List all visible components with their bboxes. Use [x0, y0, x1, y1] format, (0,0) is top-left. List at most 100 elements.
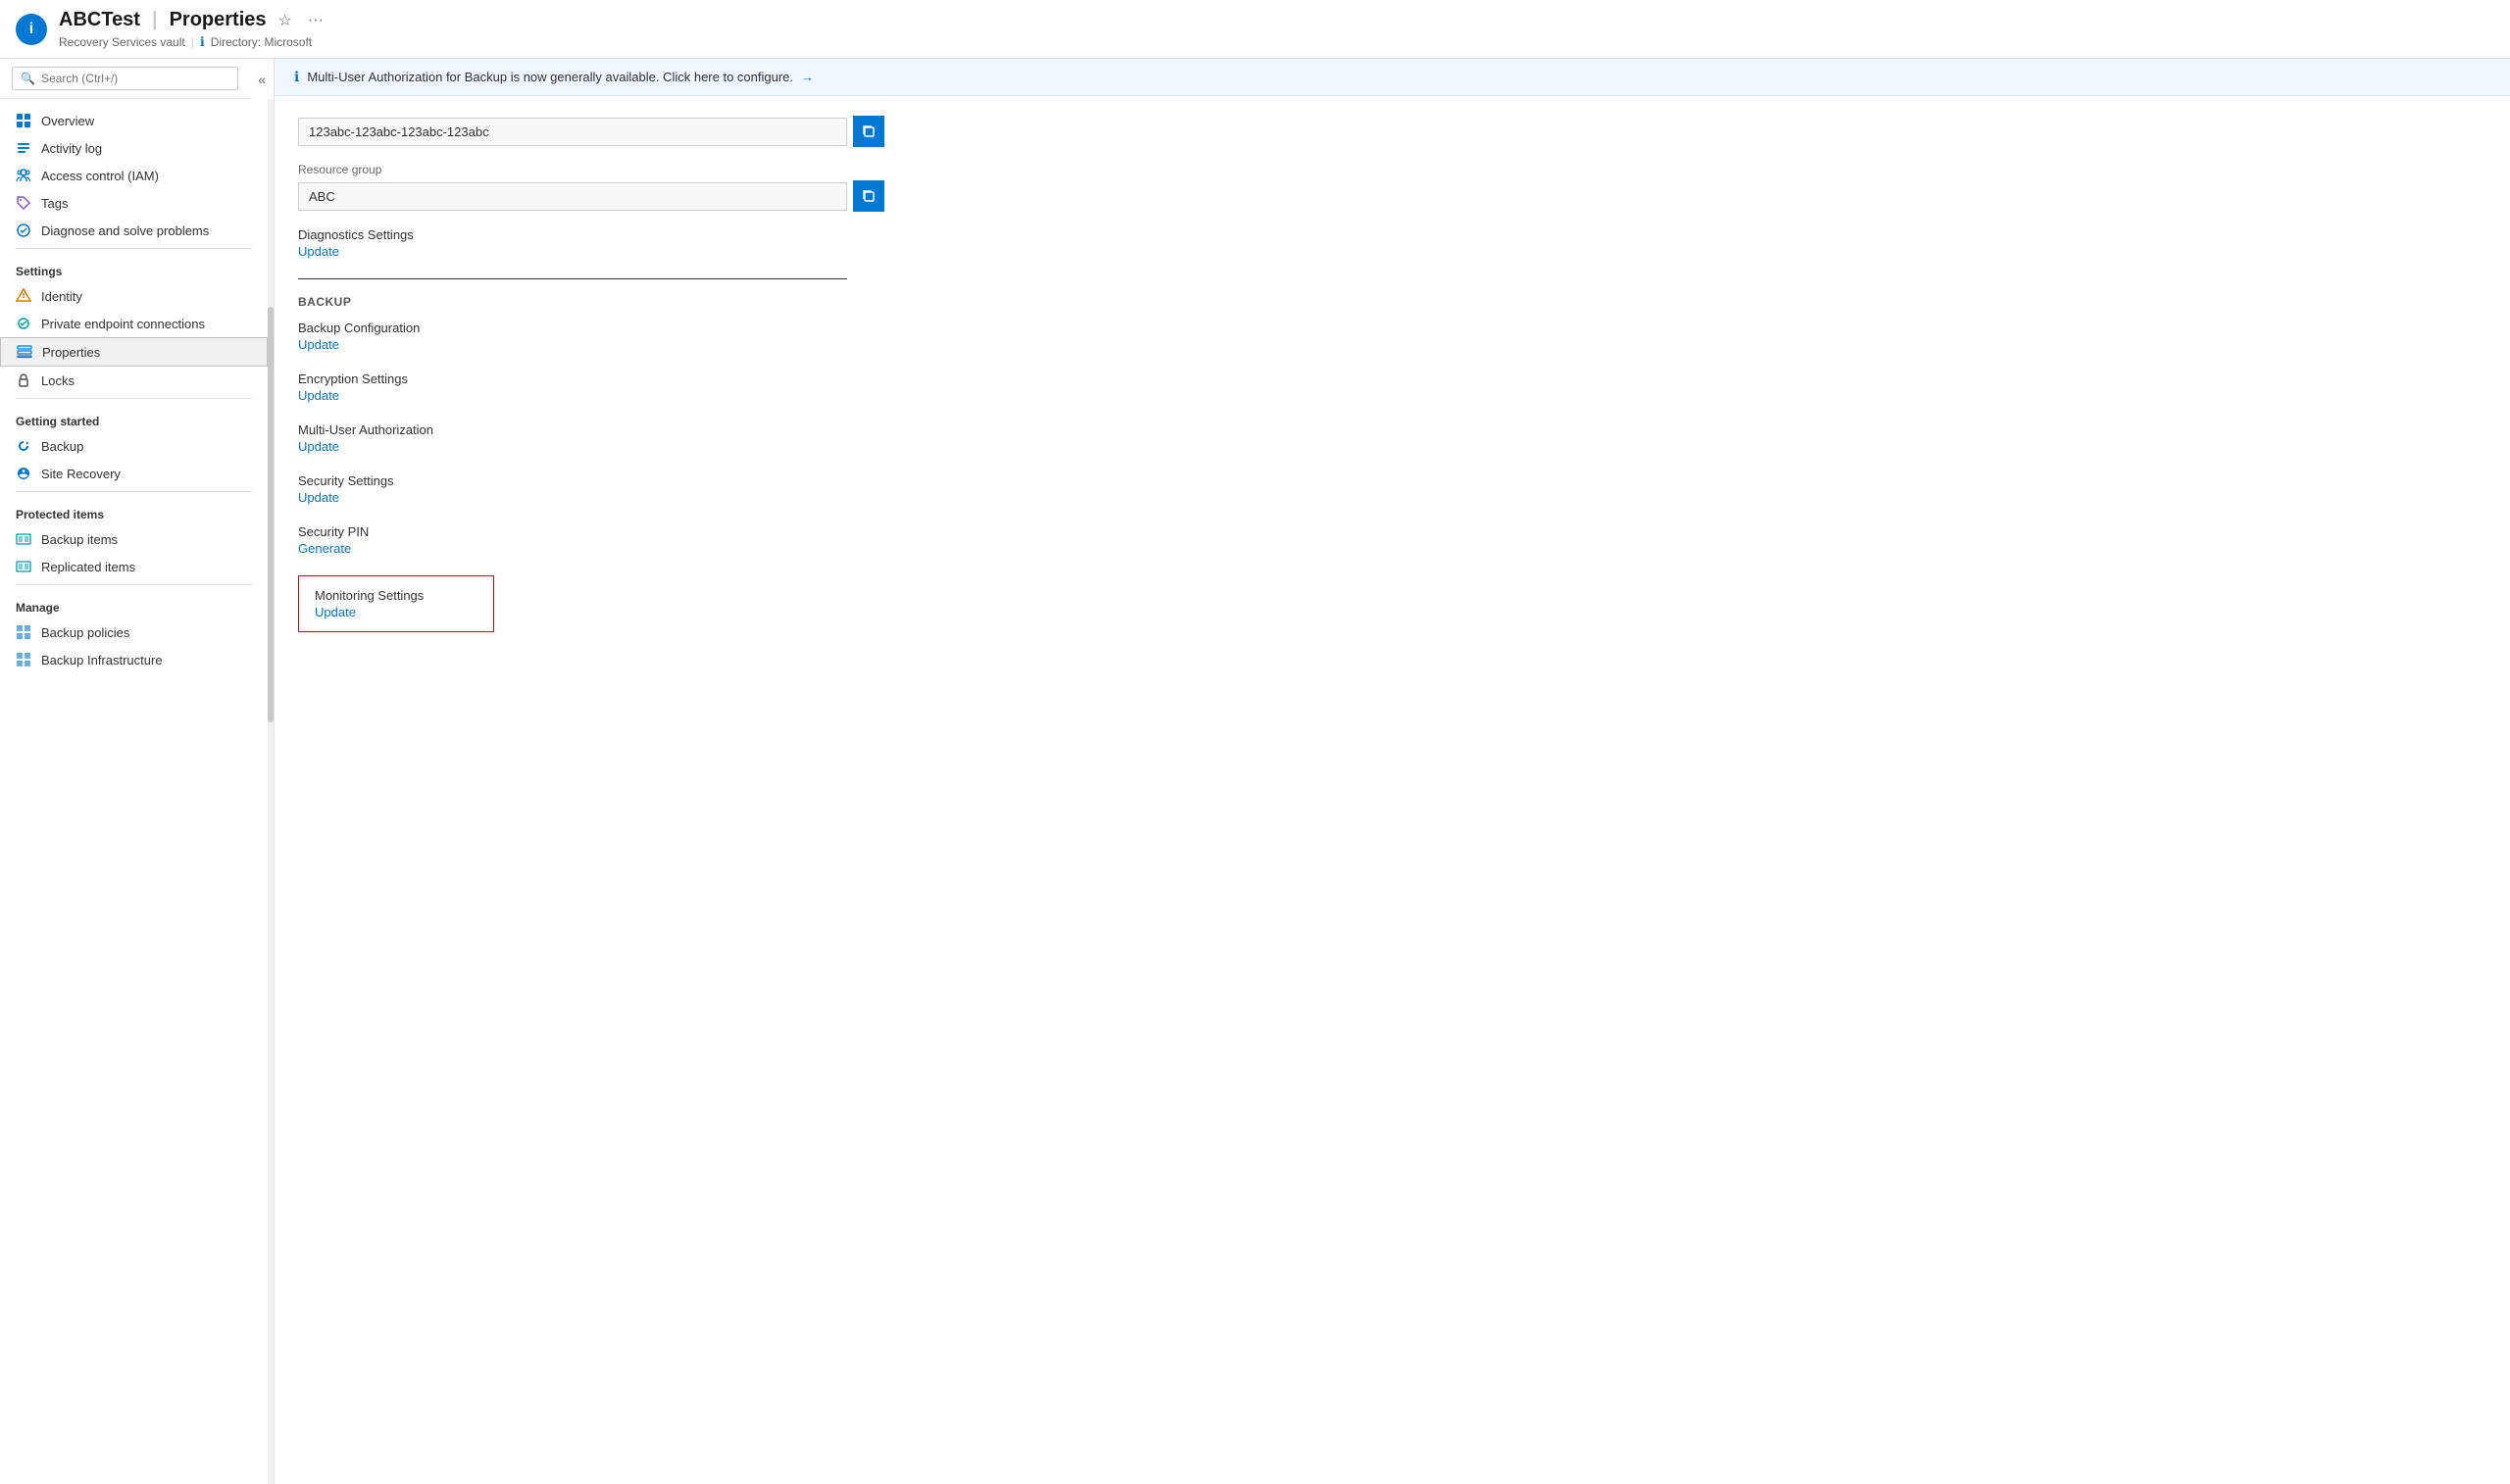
- content-area: ℹ Multi-User Authorization for Backup is…: [275, 59, 2510, 1484]
- sidebar-item-label: Properties: [42, 345, 100, 360]
- encryption-settings-update-link[interactable]: Update: [298, 388, 339, 403]
- resource-type: Recovery Services vault: [59, 35, 185, 49]
- protected-items-label: Protected items: [0, 496, 268, 525]
- app-icon: i: [16, 14, 47, 45]
- main-layout: 🔍 « Overview Activit: [0, 59, 2510, 1484]
- monitoring-settings-box: Monitoring Settings Update: [298, 575, 494, 632]
- site-recovery-icon: [16, 466, 31, 481]
- identity-icon: [16, 288, 31, 304]
- resource-name: ABCTest: [59, 9, 140, 31]
- sidebar-item-label: Private endpoint connections: [41, 317, 205, 331]
- activity-log-icon: [16, 140, 31, 156]
- backup-infrastructure-icon: [16, 652, 31, 668]
- settings-section-label: Settings: [0, 253, 268, 282]
- resource-group-row: [298, 180, 1133, 212]
- sidebar-item-tags[interactable]: Tags: [0, 189, 268, 217]
- backup-config-update-link[interactable]: Update: [298, 337, 339, 352]
- sidebar-item-label: Diagnose and solve problems: [41, 223, 209, 238]
- sidebar-item-diagnose[interactable]: Diagnose and solve problems: [0, 217, 268, 244]
- sidebar-item-activity-log[interactable]: Activity log: [0, 134, 268, 162]
- content-body: Resource group Diagnostics Settings Upda…: [275, 96, 1157, 652]
- settings-divider: [16, 248, 252, 249]
- manage-divider: [16, 584, 252, 585]
- sidebar-scroll-area: Overview Activity log Access control (IA…: [0, 99, 274, 1484]
- sidebar-item-backup[interactable]: Backup: [0, 432, 268, 460]
- page-title: ABCTest | Properties ☆ ···: [59, 9, 327, 32]
- resource-id-copy-button[interactable]: [853, 116, 884, 147]
- getting-started-divider: [16, 398, 252, 399]
- sidebar-item-overview[interactable]: Overview: [0, 107, 268, 134]
- page-header: i ABCTest | Properties ☆ ··· Recovery Se…: [0, 0, 2510, 59]
- resource-group-input[interactable]: [298, 182, 847, 211]
- info-icon: ℹ: [200, 34, 205, 50]
- sidebar-item-backup-policies[interactable]: Backup policies: [0, 618, 268, 646]
- diagnostics-update-link[interactable]: Update: [298, 244, 339, 259]
- monitoring-settings-update-link[interactable]: Update: [315, 605, 356, 619]
- diagnose-icon: [16, 223, 31, 238]
- backup-icon: [16, 438, 31, 454]
- favorite-button[interactable]: ☆: [275, 9, 296, 32]
- notification-text: Multi-User Authorization for Backup is n…: [307, 70, 793, 84]
- overview-icon: [16, 113, 31, 128]
- diagnostics-settings-block: Diagnostics Settings Update: [298, 227, 1133, 259]
- sidebar-nav: Overview Activity log Access control (IA…: [0, 99, 268, 1484]
- backup-divider: [298, 278, 847, 279]
- resource-group-copy-button[interactable]: [853, 180, 884, 212]
- sidebar-item-label: Overview: [41, 114, 94, 128]
- sidebar-item-identity[interactable]: Identity: [0, 282, 268, 310]
- manage-label: Manage: [0, 589, 268, 618]
- more-options-button[interactable]: ···: [304, 10, 327, 31]
- resource-id-group: [298, 116, 1133, 147]
- multi-user-auth-label: Multi-User Authorization: [298, 422, 1133, 437]
- sidebar-item-label: Tags: [41, 196, 68, 211]
- locks-icon: [16, 372, 31, 388]
- security-pin-generate-link[interactable]: Generate: [298, 541, 351, 556]
- resource-id-input[interactable]: [298, 118, 847, 146]
- sidebar-item-label: Identity: [41, 289, 82, 304]
- multi-user-auth-update-link[interactable]: Update: [298, 439, 339, 454]
- resource-group-group: Resource group: [298, 163, 1133, 212]
- replicated-items-icon: [16, 559, 31, 574]
- encryption-settings-block: Encryption Settings Update: [298, 371, 1133, 403]
- sidebar-item-label: Access control (IAM): [41, 169, 159, 183]
- notification-link[interactable]: →: [801, 70, 814, 84]
- security-settings-update-link[interactable]: Update: [298, 490, 339, 505]
- backup-config-block: Backup Configuration Update: [298, 321, 1133, 352]
- sidebar-item-access-control[interactable]: Access control (IAM): [0, 162, 268, 189]
- security-settings-label: Security Settings: [298, 473, 1133, 488]
- sidebar-item-backup-infrastructure[interactable]: Backup Infrastructure: [0, 646, 268, 673]
- sidebar-item-properties[interactable]: Properties: [0, 337, 268, 367]
- header-subtitle: Recovery Services vault | ℹ Directory: M…: [59, 34, 327, 50]
- resource-id-row: [298, 116, 1133, 147]
- backup-section-title: BACKUP: [298, 295, 1133, 309]
- sidebar-item-replicated-items[interactable]: Replicated items: [0, 553, 268, 580]
- encryption-settings-label: Encryption Settings: [298, 371, 1133, 386]
- backup-items-icon: [16, 531, 31, 547]
- search-box: 🔍: [12, 67, 238, 90]
- sidebar-scroll-thumb: [268, 307, 274, 722]
- sidebar-item-label: Backup items: [41, 532, 118, 547]
- protected-items-divider: [16, 491, 252, 492]
- backup-policies-icon: [16, 624, 31, 640]
- collapse-sidebar-button[interactable]: «: [250, 64, 274, 95]
- security-pin-block: Security PIN Generate: [298, 524, 1133, 556]
- title-separator: |: [152, 9, 158, 31]
- sidebar-item-label: Locks: [41, 373, 75, 388]
- notification-bar[interactable]: ℹ Multi-User Authorization for Backup is…: [275, 59, 2510, 96]
- search-icon: 🔍: [21, 72, 35, 85]
- private-endpoint-icon: [16, 316, 31, 331]
- sidebar-item-label: Replicated items: [41, 560, 135, 574]
- access-control-icon: [16, 168, 31, 183]
- sidebar-item-locks[interactable]: Locks: [0, 367, 268, 394]
- notification-info-icon: ℹ: [294, 69, 299, 85]
- backup-config-label: Backup Configuration: [298, 321, 1133, 335]
- security-pin-label: Security PIN: [298, 524, 1133, 539]
- search-input[interactable]: [41, 72, 229, 85]
- sidebar-item-backup-items[interactable]: Backup items: [0, 525, 268, 553]
- sidebar-item-site-recovery[interactable]: Site Recovery: [0, 460, 268, 487]
- sidebar-item-label: Activity log: [41, 141, 102, 156]
- sidebar-item-private-endpoint[interactable]: Private endpoint connections: [0, 310, 268, 337]
- properties-icon: [17, 344, 32, 360]
- sidebar-item-label: Backup policies: [41, 625, 129, 640]
- getting-started-label: Getting started: [0, 403, 268, 432]
